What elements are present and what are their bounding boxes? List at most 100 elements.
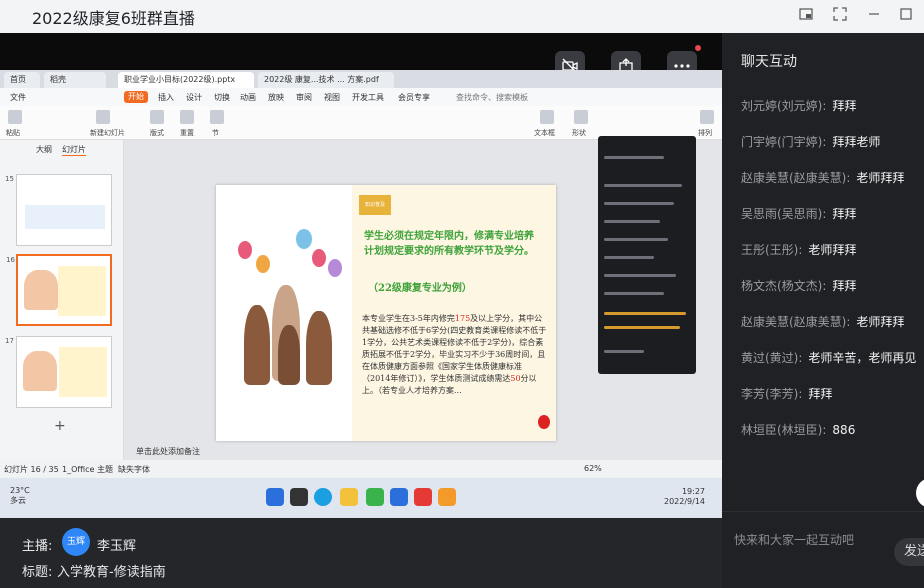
chat-panel: 聊天互动 刘元婷(刘元婷): 拜拜 门宇婷(门宇婷): 拜拜老师 赵康美慧(赵康美慧… <box>722 33 924 588</box>
arrange-icon[interactable] <box>700 110 714 124</box>
menu-review[interactable]: 审阅 <box>296 92 312 103</box>
new-slide-icon[interactable] <box>96 110 110 124</box>
shape-icon[interactable] <box>574 110 588 124</box>
chat-message: 王彤(王彤): 老师拜拜 <box>741 241 856 258</box>
live-video-area: 首页 稻壳 职业学业小目标(2022级).pptx 2022级 康复...技术 … <box>0 33 722 518</box>
textbox-icon[interactable] <box>540 110 554 124</box>
chat-message: 赵康美慧(赵康美慧): 老师拜拜 <box>741 313 904 330</box>
paste-icon[interactable] <box>8 110 22 124</box>
chat-sender: 赵康美慧(赵康美慧): <box>741 171 851 185</box>
chat-sender: 王彤(王彤): <box>741 243 803 257</box>
chat-input[interactable]: 快来和大家一起互动吧 <box>734 531 854 548</box>
flower-decoration <box>538 415 550 429</box>
chat-message: 杨文杰(杨文杰): 拜拜 <box>741 277 856 294</box>
send-button[interactable]: 发送 <box>894 538 924 566</box>
ribbon-label-shape: 形状 <box>572 129 586 137</box>
tab-home[interactable]: 首页 <box>4 72 40 88</box>
slide-number: 15 <box>5 175 14 183</box>
menu-design[interactable]: 设计 <box>186 92 202 103</box>
chat-text: 老师辛苦，老师再见 <box>808 351 917 365</box>
menu-devtools[interactable]: 开发工具 <box>352 92 384 103</box>
task-view-icon[interactable] <box>290 488 308 506</box>
overlay-line <box>604 184 682 187</box>
system-clock[interactable]: 19:27 2022/9/14 <box>664 487 705 507</box>
menu-transition[interactable]: 切换 <box>214 92 230 103</box>
chat-sender: 门宇婷(门宇婷): <box>741 135 827 149</box>
tab-pdf[interactable]: 2022级 康复...技术 ... 方案.pdf <box>258 72 394 88</box>
chat-sender: 吴思雨(吴思雨): <box>741 207 827 221</box>
chat-text: 拜拜老师 <box>832 135 881 149</box>
chat-text: 老师拜拜 <box>856 315 905 329</box>
chat-sender: 刘元婷(刘元婷): <box>741 99 827 113</box>
slide-thumbnail-17[interactable]: 17 <box>5 336 112 408</box>
wps-icon[interactable] <box>414 488 432 506</box>
window-title: 2022级康复6班群直播 <box>32 9 195 28</box>
picture-in-picture-icon[interactable] <box>798 7 814 23</box>
current-slide: 知识普及 学生必须在规定年限内，修满专业培养计划规定要求的所有教学环节及学分。 … <box>216 185 556 441</box>
balloon-decoration <box>328 259 342 277</box>
slide-thumbnail-16[interactable]: 16 <box>6 254 112 326</box>
missing-font[interactable]: 缺失字体 <box>118 464 150 475</box>
windows-taskbar: 23°C 多云 19:27 2022/9/14 <box>0 478 722 518</box>
tab-docer[interactable]: 稻壳 <box>44 72 106 88</box>
app-icon[interactable] <box>366 488 384 506</box>
chat-sender: 林垣臣(林垣臣): <box>741 423 827 437</box>
overlay-line <box>604 326 680 329</box>
add-slide-icon[interactable]: + <box>54 418 66 434</box>
ribbon-label-arrange: 排列 <box>698 129 712 137</box>
shared-screen: 首页 稻壳 职业学业小目标(2022级).pptx 2022级 康复...技术 … <box>0 70 722 478</box>
thumb-content <box>25 205 105 229</box>
app-icon[interactable] <box>390 488 408 506</box>
slide-number: 17 <box>5 337 14 345</box>
slide-body-middle: 及以上学分，其中公共基础选修不低于6学分(四史教育类课程修读不低于1学分，公共艺… <box>362 314 547 383</box>
section-icon[interactable] <box>210 110 224 124</box>
overlay-line <box>604 256 654 259</box>
slides-tab[interactable]: 幻灯片 <box>62 144 86 156</box>
overlay-line <box>604 156 664 159</box>
notification-dot <box>695 45 701 51</box>
balloon-decoration <box>296 229 312 249</box>
menu-insert[interactable]: 插入 <box>158 92 174 103</box>
start-icon[interactable] <box>266 488 284 506</box>
ribbon-label-reset: 重置 <box>180 129 194 137</box>
slide-subheading: （22级康复专业为例） <box>368 283 472 294</box>
minimize-icon[interactable] <box>866 7 882 23</box>
floating-action-button[interactable] <box>916 478 924 508</box>
ribbon-label-new-slide: 新建幻灯片 <box>90 129 125 137</box>
edge-icon[interactable] <box>314 488 332 506</box>
menu-search[interactable]: 查找命令、搜索模板 <box>456 92 528 103</box>
overlay-line <box>604 220 660 223</box>
menu-animation[interactable]: 动画 <box>240 92 256 103</box>
slide-number: 16 <box>6 256 15 264</box>
notes-placeholder[interactable]: 单击此处添加备注 <box>136 446 200 457</box>
menu-start[interactable]: 开始 <box>124 91 148 103</box>
balloon-decoration <box>238 241 252 259</box>
title-bar: 2022级康复6班群直播 <box>0 0 924 33</box>
menu-file[interactable]: 文件 <box>10 92 26 103</box>
ppt-status-bar: 幻灯片 16 / 35 1_Office 主题 缺失字体 单击此处添加备注 62… <box>0 447 722 478</box>
weather-widget[interactable]: 23°C 多云 <box>10 486 30 506</box>
reset-icon[interactable] <box>180 110 194 124</box>
thumb-figure <box>23 351 57 391</box>
outline-tab[interactable]: 大纲 <box>36 144 52 155</box>
zoom-level[interactable]: 62% <box>584 464 602 473</box>
menu-view[interactable]: 视图 <box>324 92 340 103</box>
avatar: 玉辉 <box>62 528 90 556</box>
file-explorer-icon[interactable] <box>340 488 358 506</box>
maximize-icon[interactable] <box>898 7 914 23</box>
menu-member[interactable]: 会员专享 <box>398 92 430 103</box>
app-icon[interactable] <box>438 488 456 506</box>
student-figure <box>244 305 270 385</box>
menu-slideshow[interactable]: 放映 <box>268 92 284 103</box>
tab-pptx[interactable]: 职业学业小目标(2022级).pptx <box>118 72 254 88</box>
menu-bar: 文件 开始 插入 设计 切换 动画 放映 审阅 视图 开发工具 会员专享 查找命… <box>0 88 722 106</box>
fullscreen-icon[interactable] <box>832 7 848 23</box>
slide-body: 本专业学生在3-5年内修完175及以上学分，其中公共基础选修不低于6学分(四史教… <box>362 313 548 397</box>
layout-icon[interactable] <box>150 110 164 124</box>
chat-text: 老师拜拜 <box>856 171 905 185</box>
overlay-line <box>604 350 644 353</box>
chat-text: 拜拜 <box>832 99 857 113</box>
chat-message: 刘元婷(刘元婷): 拜拜 <box>741 97 856 114</box>
slide-thumbnail-15[interactable]: 15 <box>5 174 112 246</box>
thumb-content <box>59 347 107 397</box>
